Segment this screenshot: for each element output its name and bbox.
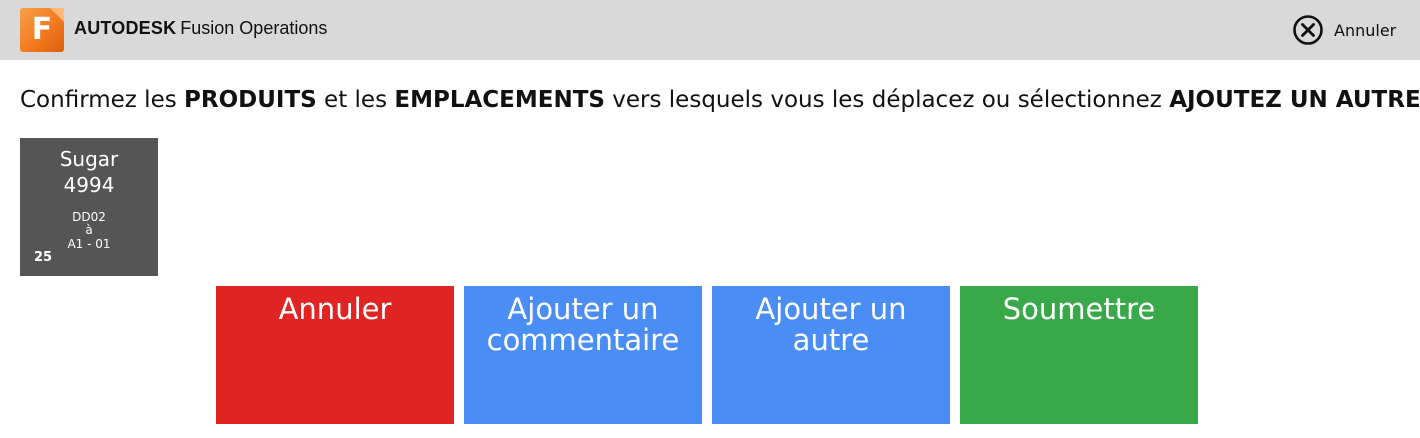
product-name: Sugar (59, 147, 119, 171)
product-quantity: 25 (34, 250, 53, 265)
add-another-button[interactable]: Ajouter un autre (712, 286, 950, 424)
submit-button[interactable]: Soumettre (960, 286, 1198, 424)
add-comment-label-line1: Ajouter un (507, 292, 659, 326)
instruction-part: et les (316, 87, 395, 113)
brand-name: AUTODESK (74, 18, 177, 38)
to-location: A1 - 01 (67, 237, 111, 251)
instruction-add-another: AJOUTEZ UN AUTRE (1169, 87, 1420, 113)
instruction-part: Confirmez les (20, 87, 185, 113)
app-title: AUTODESK Fusion Operations (74, 16, 327, 40)
instruction-part: vers lesquels vous les déplacez ou sélec… (604, 87, 1170, 113)
add-another-label-line2: autre (792, 323, 870, 357)
submit-button-label: Soumettre (1002, 292, 1156, 326)
cancel-button[interactable]: Annuler (216, 286, 454, 424)
from-location: DD02 (72, 210, 106, 224)
header-cancel-button[interactable]: Annuler (1292, 14, 1396, 46)
add-another-label-line1: Ajouter un (755, 292, 907, 326)
to-separator: à (85, 223, 93, 237)
instruction-text: Confirmez les PRODUITS et les EMPLACEMEN… (20, 82, 1420, 118)
product-number: 4994 (63, 173, 115, 197)
add-comment-label-line2: commentaire (486, 323, 680, 357)
instruction-locations: EMPLACEMENTS (394, 87, 605, 113)
fusion-logo-icon: F (20, 8, 64, 52)
product-name: Fusion Operations (180, 18, 328, 38)
product-card[interactable]: Sugar 4994 DD02 à A1 - 01 25 (20, 138, 158, 276)
top-bar: F AUTODESK Fusion Operations Annuler (0, 0, 1420, 60)
logo-letter: F (31, 12, 53, 47)
instruction-products: PRODUITS (184, 87, 317, 113)
header-cancel-label: Annuler (1334, 20, 1397, 40)
cancel-button-label: Annuler (278, 292, 392, 326)
add-comment-button[interactable]: Ajouter un commentaire (464, 286, 702, 424)
circle-x-icon (1293, 15, 1323, 45)
